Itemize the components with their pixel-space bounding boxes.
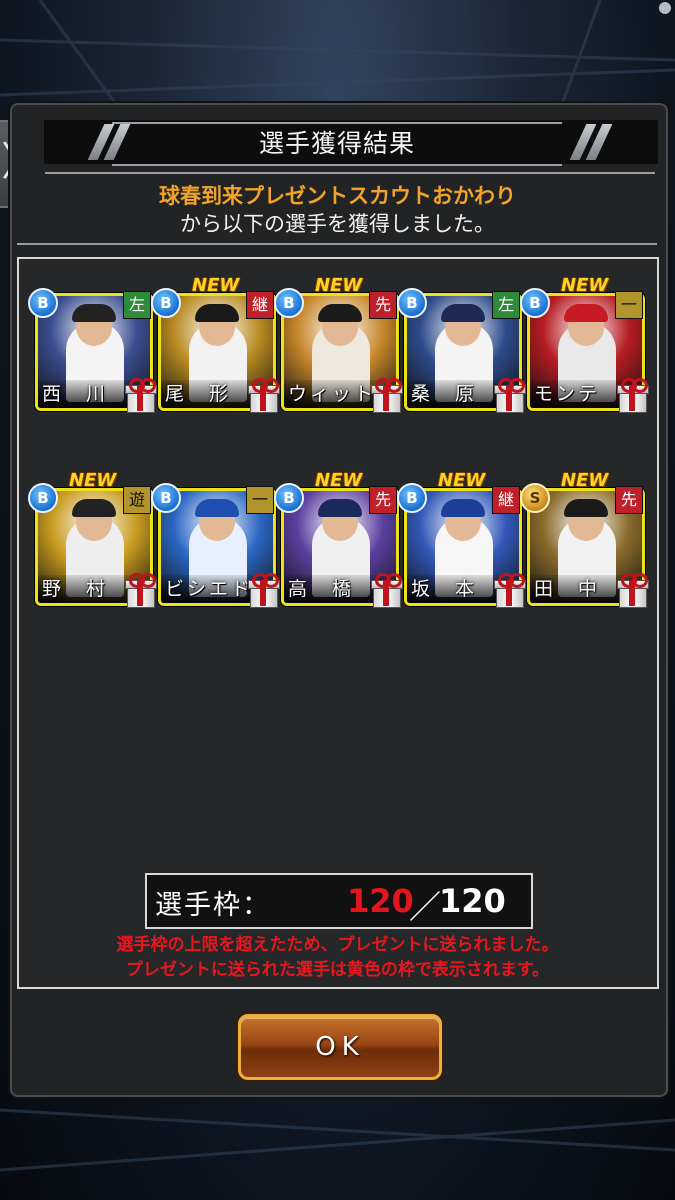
new-tag: NEW: [561, 275, 609, 296]
gift-icon: [125, 573, 157, 608]
player-card[interactable]: 田 中 S 先 NEW: [520, 470, 649, 608]
player-cap: [195, 499, 239, 517]
rank-badge-icon: B: [28, 288, 58, 318]
player-cap: [564, 304, 608, 322]
player-cap: [72, 304, 116, 322]
new-tag: NEW: [561, 470, 609, 491]
roster-current: 120: [347, 882, 414, 920]
warning-line-2: プレゼントに送られた選手は黄色の枠で表示されます。: [125, 960, 550, 980]
roster-separator: ／: [409, 888, 442, 926]
gift-icon: [617, 378, 649, 413]
player-name: ウィット: [288, 383, 377, 405]
gift-icon: [248, 573, 280, 608]
rank-badge-icon: B: [151, 288, 181, 318]
position-badge: 継: [246, 291, 274, 319]
player-card[interactable]: 野 村 B 遊 NEW: [28, 470, 157, 608]
player-card[interactable]: 桑 原 B 左: [397, 288, 526, 413]
roster-label: 選手枠：: [155, 890, 271, 921]
player-cap: [72, 499, 116, 517]
rank-badge-icon: B: [520, 288, 550, 318]
new-tag: NEW: [315, 470, 363, 491]
player-name: 桑 原: [411, 383, 478, 405]
gift-icon: [371, 573, 403, 608]
player-cap: [564, 499, 608, 517]
rank-badge-icon: B: [397, 288, 427, 318]
rank-badge-icon: B: [274, 483, 304, 513]
divider: [45, 172, 655, 174]
gift-icon: [494, 378, 526, 413]
new-tag: NEW: [438, 470, 486, 491]
player-cap: [318, 304, 362, 322]
player-name: 坂 本: [411, 578, 478, 600]
scout-name: 球春到来プレゼントスカウトおかわり: [159, 184, 516, 208]
player-name: 田 中: [534, 578, 601, 600]
player-card[interactable]: 高 橋 B 先 NEW: [274, 470, 403, 608]
gift-icon: [494, 573, 526, 608]
player-cap: [441, 304, 485, 322]
new-tag: NEW: [192, 275, 240, 296]
gift-icon: [617, 573, 649, 608]
gift-icon: [125, 378, 157, 413]
position-badge: 一: [246, 486, 274, 514]
position-badge: 左: [492, 291, 520, 319]
position-badge: 継: [492, 486, 520, 514]
ok-button[interactable]: OK: [238, 1014, 442, 1080]
position-badge: 遊: [123, 486, 151, 514]
rank-badge-icon: S: [520, 483, 550, 513]
player-cap: [318, 499, 362, 517]
position-badge: 左: [123, 291, 151, 319]
gift-icon: [371, 378, 403, 413]
player-name: 高 橋: [288, 578, 355, 600]
rank-badge-icon: B: [151, 483, 181, 513]
player-card[interactable]: 尾 形 B 継 NEW: [151, 275, 280, 413]
new-tag: NEW: [69, 470, 117, 491]
rank-badge-icon: B: [28, 483, 58, 513]
divider: [17, 243, 657, 245]
player-name: 野 村: [42, 578, 109, 600]
position-badge: 先: [369, 486, 397, 514]
player-name: 尾 形: [165, 383, 232, 405]
player-card[interactable]: 坂 本 B 継 NEW: [397, 470, 526, 608]
player-card[interactable]: モンテ B 一 NEW: [520, 275, 649, 413]
player-name: 西 川: [42, 383, 109, 405]
gift-icon: [248, 378, 280, 413]
roster-count-box: 選手枠： 120 ／ 120: [145, 873, 533, 929]
position-badge: 先: [369, 291, 397, 319]
player-card[interactable]: ウィット B 先 NEW: [274, 275, 403, 413]
player-card[interactable]: 西 川 B 左: [28, 288, 157, 413]
new-tag: NEW: [315, 275, 363, 296]
player-cap: [441, 499, 485, 517]
player-name: ビシエド: [165, 578, 254, 600]
rank-badge-icon: B: [397, 483, 427, 513]
position-badge: 先: [615, 486, 643, 514]
player-name: モンテ: [534, 383, 601, 405]
acquired-message: から以下の選手を獲得しました。: [180, 212, 495, 236]
player-cap: [195, 304, 239, 322]
position-badge: 一: [615, 291, 643, 319]
roster-max: 120: [439, 882, 506, 920]
player-card[interactable]: ビシエド B 一: [151, 483, 280, 608]
dialog-title: 選手獲得結果: [112, 122, 562, 166]
rank-badge-icon: B: [274, 288, 304, 318]
warning-line-1: 選手枠の上限を超えたため、プレゼントに送られました。: [116, 935, 559, 955]
